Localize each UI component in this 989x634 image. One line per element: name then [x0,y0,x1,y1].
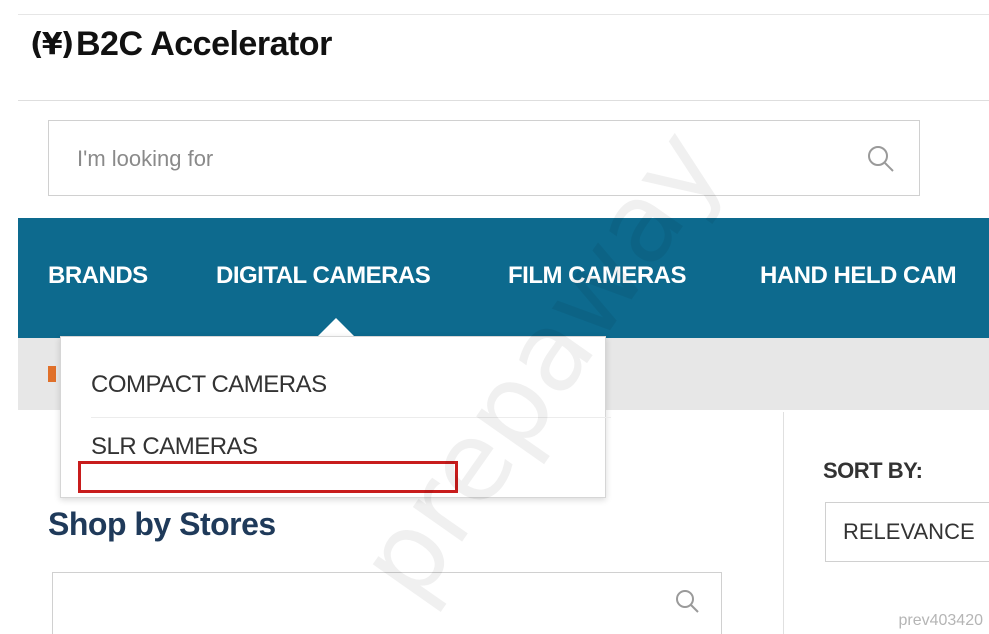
search-bar [48,120,920,197]
dropdown-item-slr-cameras[interactable]: SLR CAMERAS [91,433,258,461]
sort-label: SORT BY: [823,458,923,483]
highlight-empty-slot [78,461,458,493]
nav-item-hand-held-cameras[interactable]: HAND HELD CAM [760,262,957,290]
search-icon[interactable] [865,143,897,175]
breadcrumb-home-icon[interactable] [48,366,56,382]
nav-item-film-cameras[interactable]: FILM CAMERAS [508,262,686,290]
sort-select[interactable]: RELEVANCE [825,502,989,562]
column-divider [783,412,784,634]
dropdown-caret [318,318,354,336]
logo-mark: (¥) [30,26,74,62]
logo[interactable]: (¥) B2C Accelerator [30,25,332,64]
store-search-box[interactable] [52,572,722,634]
search-input[interactable] [75,121,839,197]
main-nav: BRANDS DIGITAL CAMERAS FILM CAMERAS HAND… [18,218,989,338]
search-icon[interactable] [673,587,701,615]
dropdown-item-compact-cameras[interactable]: COMPACT CAMERAS [91,371,327,399]
shop-by-stores-heading: Shop by Stores [48,506,276,542]
nav-item-brands[interactable]: BRANDS [48,262,148,290]
dropdown-divider [91,417,611,418]
site-title: B2C Accelerator [76,25,332,63]
corner-id: prev403420 [898,612,983,629]
nav-item-digital-cameras[interactable]: DIGITAL CAMERAS [216,262,431,290]
